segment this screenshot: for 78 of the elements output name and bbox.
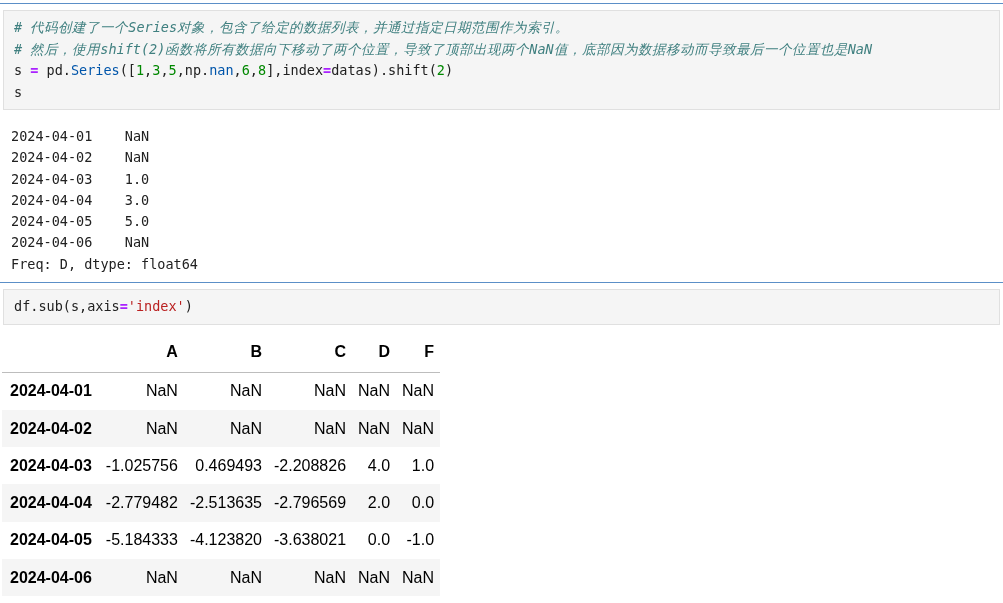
code-token: ) xyxy=(445,62,454,78)
code-comment: # 然后，使用shift(2)函数将所有数据向下移动了两个位置，导致了顶部出现两个NaN值，底部因为数据移动而导致最后一个位置也是NaN xyxy=(14,40,873,57)
table-cell: -2.796569 xyxy=(267,484,353,522)
table-cell: NaN xyxy=(396,372,441,410)
table-cell: 0.0 xyxy=(396,484,441,522)
output-line: 2024-04-06 NaN xyxy=(11,233,150,253)
code-token: = xyxy=(119,298,128,315)
column-header: B xyxy=(183,332,268,373)
table-cell: 1.0 xyxy=(396,447,441,485)
table-cell: -1.025756 xyxy=(99,447,184,485)
table-cell: -5.184333 xyxy=(99,521,184,560)
table-cell: NaN xyxy=(183,409,268,448)
code-token: s xyxy=(14,62,24,78)
code-token: datas).shift( xyxy=(331,62,437,78)
row-index: 2024-04-03 xyxy=(2,447,100,485)
column-header: C xyxy=(267,332,353,373)
table-cell: NaN xyxy=(352,409,397,448)
code-token: Series xyxy=(70,62,120,78)
table-cell: NaN xyxy=(267,372,353,410)
table-cell: 0.469493 xyxy=(183,447,268,485)
code-token: 3 xyxy=(152,62,161,78)
table-cell: -3.638021 xyxy=(267,521,353,560)
table-cell: NaN xyxy=(267,409,353,448)
code-token: ([ xyxy=(119,62,136,78)
table-cell: -1.0 xyxy=(396,521,441,560)
table-cell: NaN xyxy=(99,409,184,448)
code-token: pd. xyxy=(45,62,71,78)
table-cell: NaN xyxy=(183,559,268,597)
column-header: F xyxy=(396,332,441,373)
output-line: 2024-04-01 NaN xyxy=(11,127,150,146)
code-cell-input[interactable]: df.sub(s,axis='index') xyxy=(3,289,1000,325)
code-token: = xyxy=(30,62,39,78)
table-cell: NaN xyxy=(396,559,441,597)
table-cell: 0.0 xyxy=(352,521,397,560)
row-index: 2024-04-02 xyxy=(2,409,100,448)
output-line: 2024-04-05 5.0 xyxy=(11,212,150,232)
code-token: ],index xyxy=(266,62,324,78)
code-token: , xyxy=(160,62,169,78)
code-comment: # 代码创建了一个Series对象，包含了给定的数据列表，并通过指定日期范围作为索引。 xyxy=(14,19,570,35)
column-header: A xyxy=(99,332,184,373)
output-line: Freq: D, dtype: float64 xyxy=(11,254,198,274)
table-cell: -2.513635 xyxy=(183,484,268,522)
code-token: 6 xyxy=(241,62,250,78)
table-cell: NaN xyxy=(99,559,184,597)
code-token: df.sub(s,axis xyxy=(14,298,120,315)
code-token: nan xyxy=(209,62,234,78)
column-header: D xyxy=(352,332,397,373)
row-index: 2024-04-06 xyxy=(2,559,100,597)
code-token: s xyxy=(14,83,23,100)
table-cell: NaN xyxy=(352,372,397,410)
row-index: 2024-04-01 xyxy=(2,372,100,410)
table-cell: 2.0 xyxy=(352,484,397,522)
table-cell: -4.123820 xyxy=(183,521,268,560)
table-cell: NaN xyxy=(352,559,397,597)
code-token: = xyxy=(323,62,332,78)
table-cell: NaN xyxy=(183,372,268,410)
row-index: 2024-04-04 xyxy=(2,484,100,522)
code-token: , xyxy=(249,62,258,78)
code-token: ,np. xyxy=(176,62,210,78)
code-token: ) xyxy=(184,298,193,315)
code-token: 1 xyxy=(135,62,145,78)
row-index: 2024-04-05 xyxy=(2,521,100,560)
table-cell: NaN xyxy=(99,372,184,410)
code-token: 2 xyxy=(436,62,445,78)
code-token: 'index' xyxy=(127,298,185,315)
table-cell: 4.0 xyxy=(352,447,397,485)
code-token: 8 xyxy=(258,62,267,78)
output-line: 2024-04-02 NaN xyxy=(11,148,150,168)
table-cell: -2.779482 xyxy=(99,484,184,522)
code-token: , xyxy=(233,62,242,78)
output-line: 2024-04-03 1.0 xyxy=(11,169,150,189)
code-token: , xyxy=(144,62,153,78)
table-cell: NaN xyxy=(396,409,441,448)
table-cell: NaN xyxy=(267,559,353,597)
output-line: 2024-04-04 3.0 xyxy=(11,190,150,210)
table-cell: -2.208826 xyxy=(267,447,353,485)
code-cell-input[interactable]: # 代码创建了一个Series对象，包含了给定的数据列表，并通过指定日期范围作为索引。 # 然后，使用shift(2)函数将所有数据向下移动了两个位置，导致了顶部出现两个NaN值，底部因为数据移动而导致最后一个位置也是NaN s = pd.Series([1,3,5,np.nan,6,8],index=datas).shift(2) s xyxy=(3,10,1000,110)
code-token: 5 xyxy=(168,62,177,78)
